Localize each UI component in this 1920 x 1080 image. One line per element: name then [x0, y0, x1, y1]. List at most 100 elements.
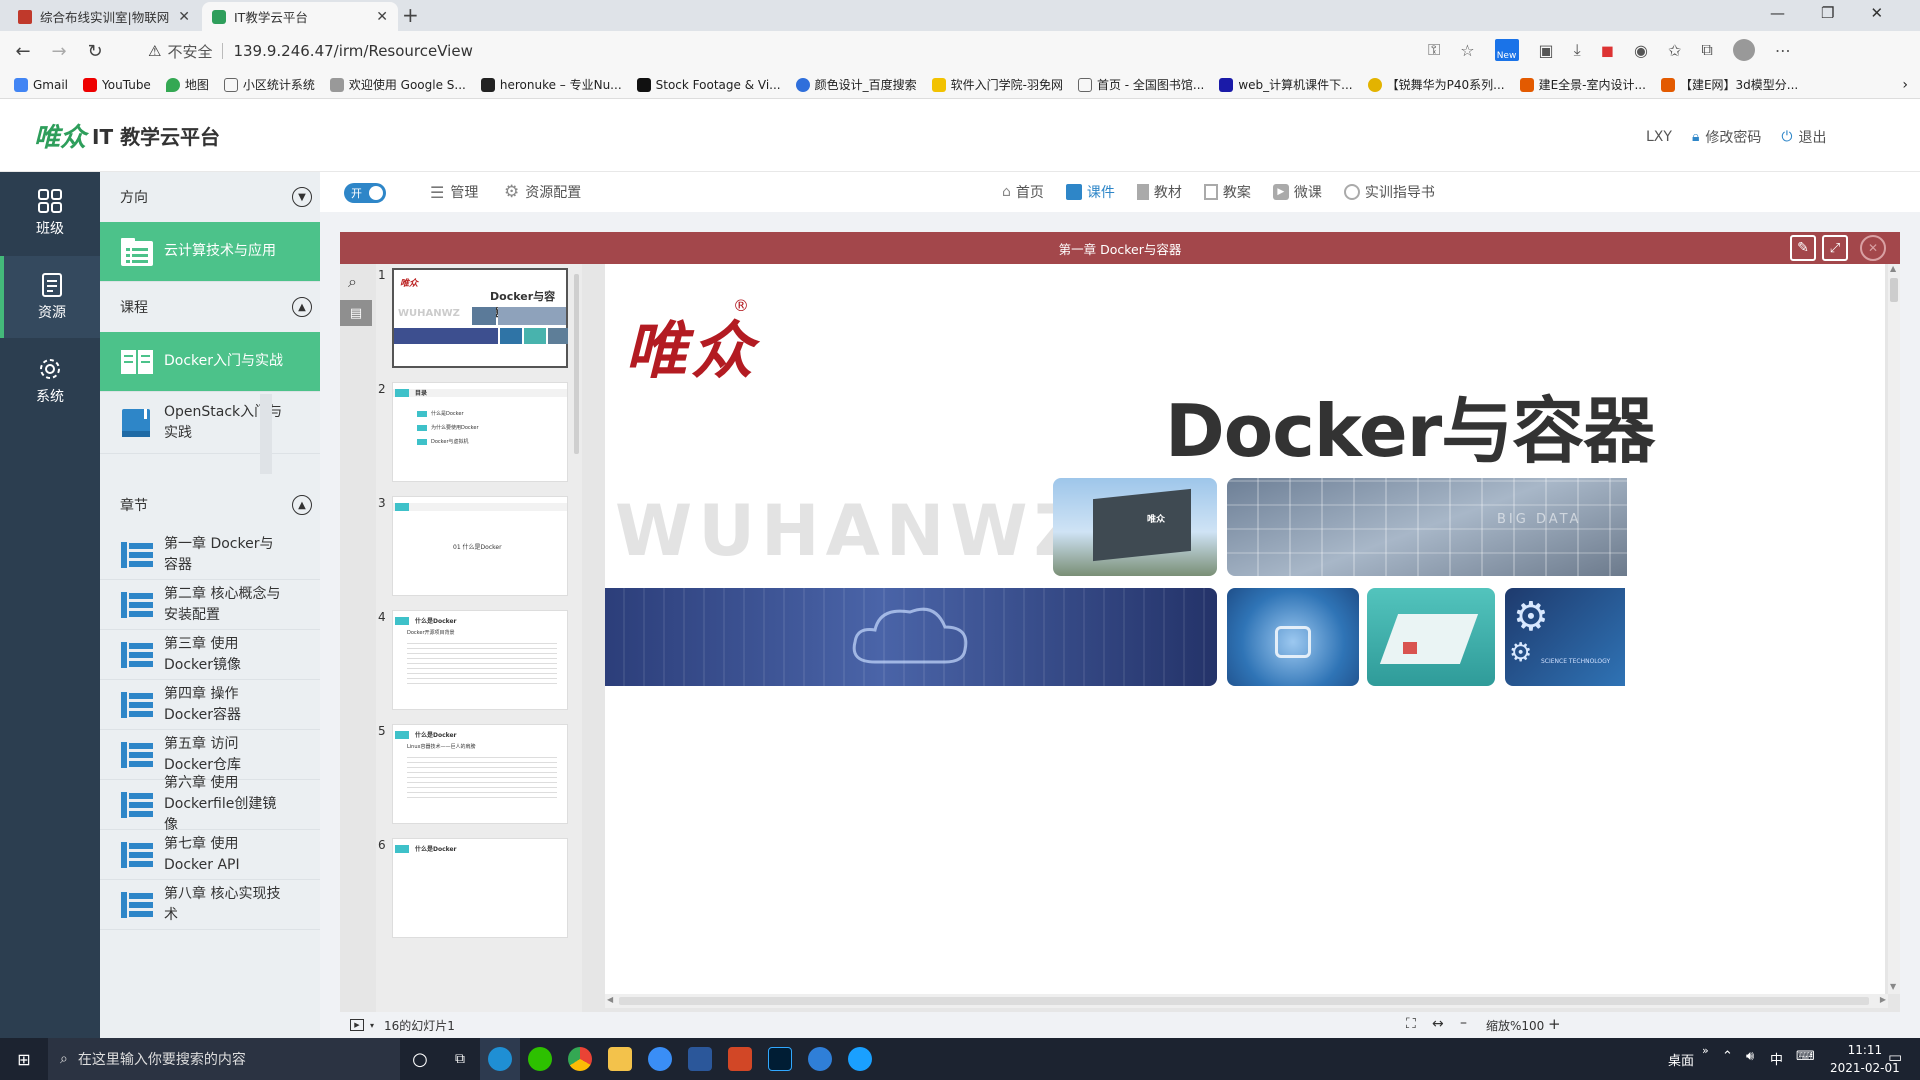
- back-icon[interactable]: ←: [10, 38, 36, 64]
- fit-width-icon[interactable]: ↔: [1432, 1016, 1444, 1032]
- tray-up-icon[interactable]: ⌃: [1722, 1049, 1733, 1064]
- rail-item-system[interactable]: 系统: [0, 340, 100, 422]
- zoom-level[interactable]: 缩放%100: [1486, 1017, 1544, 1034]
- thumb-scrollbar[interactable]: [574, 274, 579, 454]
- bookmark-color[interactable]: 颜色设计_百度搜索: [795, 76, 917, 93]
- bookmarks-overflow-icon[interactable]: ›: [1902, 77, 1908, 93]
- notification-icon[interactable]: ▭: [1888, 1048, 1902, 1066]
- bookmark-gmail[interactable]: Gmail: [14, 77, 68, 92]
- browser-tab-2[interactable]: IT教学云平台 ✕: [202, 2, 398, 31]
- chevron-up-icon[interactable]: ▲: [292, 297, 312, 317]
- browser-tab-1[interactable]: 综合布线实训室|物联网实训室|... ✕: [8, 2, 200, 31]
- extension-new-icon[interactable]: New: [1494, 39, 1519, 61]
- reload-icon[interactable]: ↻: [82, 38, 108, 64]
- course-item-docker[interactable]: Docker入门与实战: [100, 332, 320, 392]
- rail-item-class[interactable]: 班级: [0, 172, 100, 254]
- thumb-slide-6[interactable]: 什么是Docker: [392, 838, 568, 938]
- bookmark-google[interactable]: 欢迎使用 Google S...: [329, 76, 466, 93]
- favorite-star-icon[interactable]: ☆: [1460, 41, 1474, 60]
- cortana-icon[interactable]: ○: [400, 1038, 440, 1080]
- taskbar-search[interactable]: ⌕ 在这里输入你要搜索的内容: [48, 1038, 400, 1080]
- word-icon[interactable]: [680, 1038, 720, 1080]
- new-tab-button[interactable]: +: [402, 3, 419, 27]
- bookmark-stats[interactable]: 小区统计系统: [223, 76, 315, 93]
- windows-start-icon[interactable]: ⊞: [0, 1050, 48, 1069]
- extension-red-icon[interactable]: ◼: [1601, 41, 1614, 60]
- desktop-toolbar[interactable]: 桌面: [1668, 1050, 1694, 1069]
- vertical-scrollbar[interactable]: ▲ ▼: [1888, 264, 1900, 994]
- ime-indicator[interactable]: 中: [1770, 1049, 1783, 1068]
- scroll-thumb[interactable]: [1890, 278, 1898, 302]
- bookmark-jiane-3d[interactable]: 【建E网】3d模型分...: [1660, 76, 1798, 93]
- nav-courseware[interactable]: 课件: [1065, 182, 1115, 202]
- bookmark-heronuke[interactable]: heronuke – 专业Nu...: [480, 76, 622, 93]
- bookmark-library[interactable]: 首页 - 全国图书馆...: [1077, 76, 1204, 93]
- chevron-down-icon[interactable]: ▼: [292, 187, 312, 207]
- rail-item-resource[interactable]: 资源: [0, 256, 100, 338]
- chapter-item[interactable]: 第八章 核心实现技术: [100, 880, 320, 930]
- more-menu-icon[interactable]: ⋯: [1775, 41, 1791, 60]
- edit-icon[interactable]: ✎: [1790, 235, 1816, 261]
- zoom-in-button[interactable]: +: [1548, 1015, 1561, 1033]
- volume-icon[interactable]: 🔊︎: [1746, 1049, 1754, 1064]
- tabs-icon[interactable]: ⧉: [1701, 40, 1712, 60]
- nav-home[interactable]: ⌂ 首页: [1002, 182, 1044, 202]
- thumb-slide-3[interactable]: 01 什么是Docker: [392, 496, 568, 596]
- chapter-header[interactable]: 章节 ▲: [100, 480, 320, 530]
- direction-item-cloud[interactable]: 云计算技术与应用: [100, 222, 320, 282]
- close-viewer-icon[interactable]: ✕: [1860, 235, 1886, 261]
- download-icon[interactable]: ⤓: [1574, 40, 1581, 60]
- chapter-item[interactable]: 第七章 使用Docker API: [100, 830, 320, 880]
- change-password-link[interactable]: 🔒︎ 修改密码: [1692, 127, 1761, 147]
- chevron-up-icon[interactable]: ▲: [292, 495, 312, 515]
- forward-icon[interactable]: →: [46, 38, 72, 64]
- bookmark-stock[interactable]: Stock Footage & Vi...: [636, 77, 781, 92]
- profile-avatar[interactable]: [1732, 39, 1755, 61]
- thumb-slide-5[interactable]: 什么是Docker Linux容器技术——巨人的肩膀: [392, 724, 568, 824]
- key-icon[interactable]: ⚿: [1428, 40, 1440, 60]
- fullscreen-icon[interactable]: ⤢: [1822, 235, 1848, 261]
- nav-textbook[interactable]: 教材: [1136, 182, 1182, 202]
- toolbar-expand-icon[interactable]: »: [1702, 1044, 1709, 1057]
- chrome-icon[interactable]: [560, 1038, 600, 1080]
- nav-lab-guide[interactable]: 实训指导书: [1343, 182, 1435, 202]
- nav-micro-course[interactable]: ▶ 微课: [1272, 182, 1322, 202]
- chevron-down-icon[interactable]: ▾: [370, 1021, 374, 1030]
- nav-lesson-plan[interactable]: 教案: [1203, 182, 1251, 202]
- search-icon[interactable]: ⌕: [348, 272, 357, 292]
- thumb-slide-4[interactable]: 什么是Docker Docker开源项目背景: [392, 610, 568, 710]
- close-window-icon[interactable]: ✕: [1870, 4, 1883, 22]
- manage-button[interactable]: ☰ 管理: [430, 182, 478, 202]
- logout-link[interactable]: ⏻ 退出: [1781, 127, 1826, 147]
- direction-header[interactable]: 方向 ▼: [100, 172, 320, 222]
- powerpoint-icon[interactable]: [720, 1038, 760, 1080]
- chapter-item[interactable]: 第四章 操作Docker容器: [100, 680, 320, 730]
- chapter-item[interactable]: 第六章 使用Dockerfile创建镜像: [100, 775, 320, 833]
- maximize-icon[interactable]: ❐: [1821, 4, 1834, 22]
- bookmark-maps[interactable]: 地图: [165, 76, 209, 93]
- photoshop-icon[interactable]: [760, 1038, 800, 1080]
- user-name[interactable]: LXY: [1646, 129, 1672, 145]
- collapse-handle[interactable]: [260, 394, 272, 474]
- course-item-openstack[interactable]: OpenStack入门与实践: [100, 392, 320, 454]
- extension-icon[interactable]: ▣: [1539, 41, 1554, 60]
- fit-page-icon[interactable]: ⛶: [1406, 1016, 1416, 1032]
- close-tab-icon[interactable]: ✕: [376, 9, 388, 25]
- resource-config-button[interactable]: ⚙ 资源配置: [504, 182, 581, 202]
- extension-gray-icon[interactable]: ◉: [1634, 41, 1648, 60]
- bookmark-web[interactable]: web_计算机课件下...: [1219, 76, 1353, 93]
- bookmark-huawei[interactable]: 【锐舞华为P40系列...: [1367, 76, 1505, 93]
- chapter-item[interactable]: 第一章 Docker与容器: [100, 530, 320, 580]
- app-icon[interactable]: [800, 1038, 840, 1080]
- present-icon[interactable]: ▶: [350, 1019, 364, 1031]
- thumb-slide-2[interactable]: 目录 什么是Docker 为什么要使用Docker Docker与虚拟机: [392, 382, 568, 482]
- file-explorer-icon[interactable]: [600, 1038, 640, 1080]
- edge-browser-icon[interactable]: [480, 1038, 520, 1080]
- chapter-item[interactable]: 第二章 核心概念与安装配置: [100, 580, 320, 630]
- zoom-out-button[interactable]: –: [1460, 1015, 1467, 1031]
- minimize-icon[interactable]: —: [1770, 4, 1785, 22]
- keyboard-icon[interactable]: ⌨: [1796, 1049, 1815, 1064]
- bookmark-software[interactable]: 软件入门学院-羽免网: [931, 76, 1063, 93]
- chapter-item[interactable]: 第三章 使用Docker镜像: [100, 630, 320, 680]
- horizontal-scrollbar[interactable]: ◀ ▶: [605, 994, 1888, 1008]
